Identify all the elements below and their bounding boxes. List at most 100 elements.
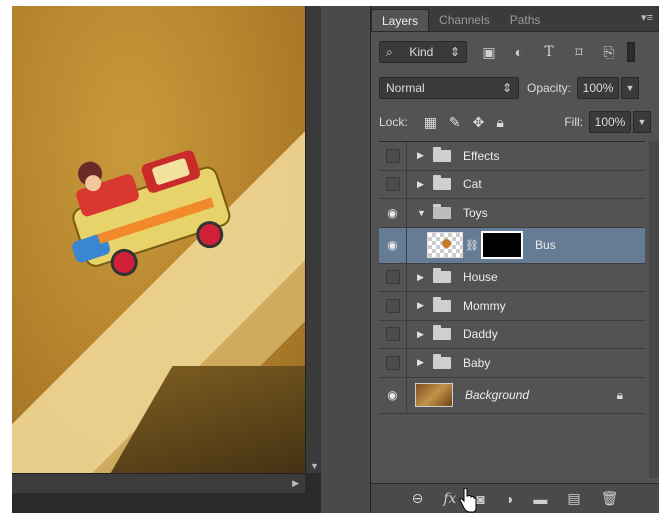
search-icon: ⌕ [386, 44, 393, 59]
layer-row-daddy[interactable]: ▶ Daddy [379, 320, 645, 349]
visibility-toggle[interactable] [379, 263, 407, 291]
lock-row: Lock: ▦ ✎ ✥ 🔒︎ Fill: 100% ▼ [379, 109, 651, 135]
layer-thumbnail[interactable] [427, 232, 463, 258]
updown-arrows-icon: ⇕ [501, 81, 512, 95]
layer-name: Baby [463, 355, 491, 370]
eye-icon: ◉ [387, 205, 398, 220]
shape-filter-icon[interactable]: ⌑ [571, 44, 587, 61]
expand-arrow-icon[interactable]: ▶ [417, 150, 429, 161]
visibility-toggle[interactable] [379, 142, 407, 170]
photoshop-window: ▼ ▶ Layers Channels Paths ▾≡ ⌕ Kind ⇕ ▣ … [12, 6, 659, 513]
lock-position-icon[interactable]: ✥ [473, 114, 485, 131]
tab-layers[interactable]: Layers [371, 9, 430, 31]
expand-arrow-icon[interactable]: ▶ [417, 329, 429, 340]
visibility-toggle[interactable] [379, 320, 407, 348]
layer-row-baby[interactable]: ▶ Baby [379, 349, 645, 378]
toy-bus-image [72, 150, 231, 276]
scroll-down-arrow-icon[interactable]: ▼ [310, 461, 319, 471]
visibility-off-box [385, 355, 400, 370]
visibility-off-box [385, 327, 400, 342]
panel-menu-icon[interactable]: ▾≡ [641, 11, 653, 24]
opacity-input[interactable]: 100% [577, 77, 620, 99]
layer-row-mommy[interactable]: ▶ Mommy [379, 292, 645, 321]
folder-icon [433, 353, 451, 369]
fx-icon[interactable]: fx [443, 491, 456, 507]
adjustment-filter-icon[interactable]: ◐ [511, 44, 527, 60]
layer-row-bus[interactable]: ◉ ⛓ Bus [379, 227, 645, 264]
layers-scrollbar[interactable] [649, 141, 659, 478]
visibility-toggle[interactable]: ◉ [379, 227, 407, 263]
new-layer-icon[interactable]: ▤ [567, 490, 580, 507]
filter-kind-select[interactable]: ⌕ Kind ⇕ [379, 41, 467, 63]
expand-arrow-icon[interactable]: ▶ [417, 300, 429, 311]
delete-layer-icon[interactable]: 🗑︎ [601, 490, 619, 507]
scroll-right-arrow-icon[interactable]: ▶ [292, 478, 299, 489]
eye-icon: ◉ [387, 388, 398, 402]
lock-image-pixels-icon[interactable]: ✎ [449, 114, 461, 131]
layer-row-toys[interactable]: ◉ ▼ Toys [379, 199, 645, 228]
visibility-toggle[interactable] [379, 349, 407, 377]
visibility-toggle[interactable] [379, 292, 407, 320]
lock-transparent-pixels-icon[interactable]: ▦ [424, 114, 437, 131]
lock-label: Lock: [379, 115, 408, 129]
fill-input[interactable]: 100% [589, 111, 631, 133]
layer-row-house[interactable]: ▶ House [379, 263, 645, 292]
panel-bottom-bar: ⊖ fx ◙ ◑ ▬ ▤ 🗑︎ [371, 483, 659, 513]
layer-row-cat[interactable]: ▶ Cat [379, 170, 645, 199]
layer-name: Bus [535, 238, 556, 252]
folder-icon [433, 175, 451, 191]
folder-icon [433, 325, 451, 341]
folder-icon [433, 268, 451, 284]
visibility-off-box [385, 298, 400, 313]
updown-arrows-icon: ⇕ [449, 45, 460, 59]
filter-kind-label: Kind [409, 45, 434, 59]
layer-name: House [463, 270, 498, 285]
visibility-toggle[interactable]: ◉ [379, 377, 407, 413]
filter-icons: ▣ ◐ T ⌑ ⎘ [481, 44, 617, 61]
visibility-off-box [385, 270, 400, 285]
folder-icon [433, 296, 451, 312]
lock-all-icon[interactable]: 🔒︎ [496, 114, 503, 131]
panel-dock-gutter [321, 6, 371, 513]
fill-label: Fill: [564, 115, 583, 129]
opacity-label: Opacity: [527, 81, 572, 95]
adjustment-layer-icon[interactable]: ◑ [505, 491, 513, 507]
collapse-arrow-icon[interactable]: ▼ [417, 208, 429, 218]
expand-arrow-icon[interactable]: ▶ [417, 272, 429, 283]
type-filter-icon[interactable]: T [541, 44, 557, 60]
layers-list: ▶ Effects ▶ Cat ◉ ▼ Toys ◉ ⛓ Bus ▶ House… [379, 141, 645, 478]
layer-name: Mommy [463, 298, 506, 313]
visibility-toggle[interactable]: ◉ [379, 199, 407, 227]
canvas-vertical-scrollbar[interactable]: ▼ [305, 6, 321, 473]
hand-cursor-icon [459, 488, 477, 513]
canvas-horizontal-scrollbar[interactable]: ▶ [12, 473, 305, 493]
fill-slider-arrow-icon[interactable]: ▼ [633, 111, 651, 133]
layer-mask-thumbnail[interactable] [481, 231, 523, 259]
new-group-icon[interactable]: ▬ [533, 491, 547, 507]
document-canvas[interactable] [12, 6, 305, 473]
smart-object-filter-icon[interactable]: ⎘ [601, 44, 617, 61]
layer-name: Effects [463, 148, 500, 163]
opacity-slider-arrow-icon[interactable]: ▼ [621, 77, 640, 99]
blend-mode-select[interactable]: Normal ⇕ [379, 77, 519, 99]
background-thumbnail[interactable] [415, 383, 453, 407]
visibility-toggle[interactable] [379, 170, 407, 198]
layer-filter-row: ⌕ Kind ⇕ ▣ ◐ T ⌑ ⎘ [379, 39, 651, 65]
lock-icons: ▦ ✎ ✥ 🔒︎ [424, 114, 504, 131]
fill-group: Fill: 100% ▼ [556, 111, 651, 133]
expand-arrow-icon[interactable]: ▶ [417, 179, 429, 190]
tab-paths[interactable]: Paths [500, 9, 551, 31]
layer-name: Cat [463, 177, 482, 192]
layer-row-effects[interactable]: ▶ Effects [379, 142, 645, 171]
link-layers-icon[interactable]: ⊖ [412, 490, 424, 507]
layer-row-background[interactable]: ◉ Background 🔒︎ [379, 377, 645, 414]
expand-arrow-icon[interactable]: ▶ [417, 357, 429, 368]
mask-link-icon[interactable]: ⛓ [465, 239, 479, 252]
image-filter-icon[interactable]: ▣ [481, 44, 497, 61]
visibility-off-box [385, 148, 400, 163]
visibility-off-box [385, 177, 400, 192]
panel-tabs: Layers Channels Paths ▾≡ [371, 6, 659, 32]
blend-mode-value: Normal [386, 81, 425, 95]
tab-channels[interactable]: Channels [429, 9, 500, 31]
filter-toggle[interactable] [627, 42, 635, 62]
